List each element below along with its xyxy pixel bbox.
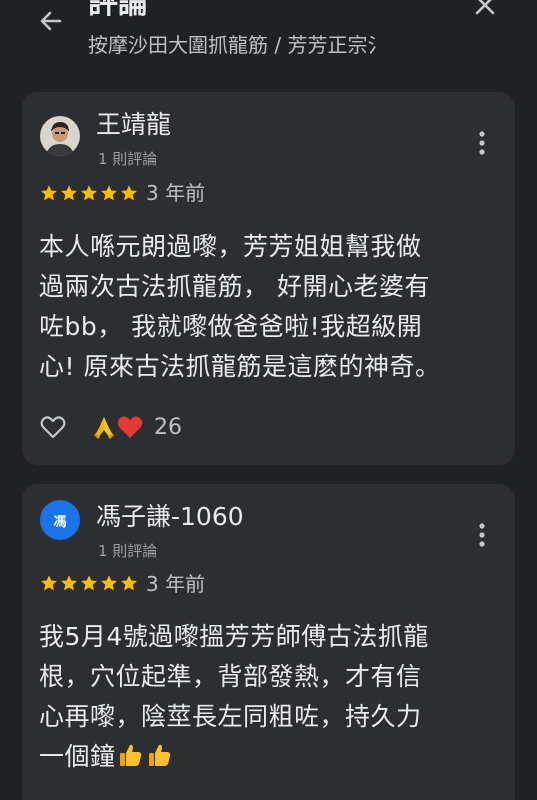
- star-icon: [61, 575, 77, 591]
- more-vert-icon: [479, 131, 485, 155]
- header: 評論 按摩沙田大圍抓龍筋 / 芳芳正宗氵: [0, 0, 537, 80]
- review-text: 我5月4號過嚟搵芳芳師傅古法抓龍 根，穴位起準，背部發熱，才有信 心再嚟，陰莖長…: [39, 617, 505, 777]
- more-vert-icon: [479, 523, 485, 547]
- like-button[interactable]: [38, 412, 68, 442]
- reviewer-review-count: 1 則評論: [98, 150, 158, 168]
- reactions[interactable]: 26: [90, 410, 182, 444]
- review-text-line: 心再嚟，陰莖長左同粗咗，持久力: [39, 702, 422, 731]
- reviewer-review-count: 1 則評論: [98, 542, 158, 560]
- back-button[interactable]: [34, 4, 68, 38]
- star-rating: [40, 184, 138, 204]
- star-icon: [101, 575, 117, 591]
- more-options-button[interactable]: [470, 520, 494, 550]
- review-text-line: 我5月4號過嚟搵芳芳師傅古法抓龍: [39, 622, 429, 651]
- star-icon: [121, 575, 137, 591]
- red-heart-icon: [117, 416, 143, 438]
- star-icon: [61, 185, 77, 201]
- review-date: 3 年前: [146, 181, 206, 205]
- review-card: 馮 馮子謙-1060 1 則評論 3 年前 我5月4號過嚟搵芳芳師傅古法抓龍 根…: [22, 484, 515, 800]
- review-date: 3 年前: [146, 572, 206, 596]
- folded-hands-icon: [94, 417, 114, 439]
- star-icon: [81, 185, 97, 201]
- star-icon: [41, 575, 57, 591]
- review-text-line: 本人喺元朗過嚟，芳芳姐姐幫我做: [39, 232, 422, 261]
- heart-outline-icon: [40, 416, 66, 439]
- review-text-line: 心! 原來古法抓龍筋是這麽的神奇。: [39, 352, 441, 381]
- close-icon: [475, 0, 495, 15]
- close-button[interactable]: [470, 0, 500, 20]
- more-options-button[interactable]: [470, 128, 494, 158]
- avatar[interactable]: [40, 116, 80, 156]
- page-title: 評論: [88, 0, 148, 21]
- avatar[interactable]: 馮: [40, 500, 80, 540]
- reviewer-name[interactable]: 馮子謙-1060: [96, 502, 244, 532]
- thumbs-up-icon: [148, 744, 170, 766]
- star-icon: [121, 185, 137, 201]
- reaction-count: 26: [154, 414, 182, 440]
- review-text-last-line: 一個鐘: [39, 737, 505, 777]
- star-icon: [101, 185, 117, 201]
- reviews-page: 評論 按摩沙田大圍抓龍筋 / 芳芳正宗氵 王靖龍 1 則評論 3 年前 本人喺元…: [0, 0, 537, 800]
- review-text-line: 咗bb， 我就嚟做爸爸啦!我超級開: [39, 312, 423, 341]
- review-card: 王靖龍 1 則評論 3 年前 本人喺元朗過嚟，芳芳姐姐幫我做 過兩次古法抓龍筋，…: [22, 92, 515, 465]
- reviewer-name[interactable]: 王靖龍: [96, 110, 171, 140]
- back-arrow-icon: [40, 11, 62, 31]
- star-icon: [41, 185, 57, 201]
- review-text: 本人喺元朗過嚟，芳芳姐姐幫我做 過兩次古法抓龍筋， 好開心老婆有 咗bb， 我就…: [39, 227, 505, 387]
- review-text-line: 一個鐘: [39, 742, 116, 771]
- review-text-line: 根，穴位起準，背部發熱，才有信: [39, 662, 422, 691]
- user-photo-icon: [40, 116, 80, 156]
- star-icon: [81, 575, 97, 591]
- thumbs-up-icon: [119, 744, 141, 766]
- star-rating: [40, 574, 138, 594]
- review-text-line: 過兩次古法抓龍筋， 好開心老婆有: [39, 272, 430, 301]
- place-name: 按摩沙田大圍抓龍筋 / 芳芳正宗氵: [88, 33, 388, 57]
